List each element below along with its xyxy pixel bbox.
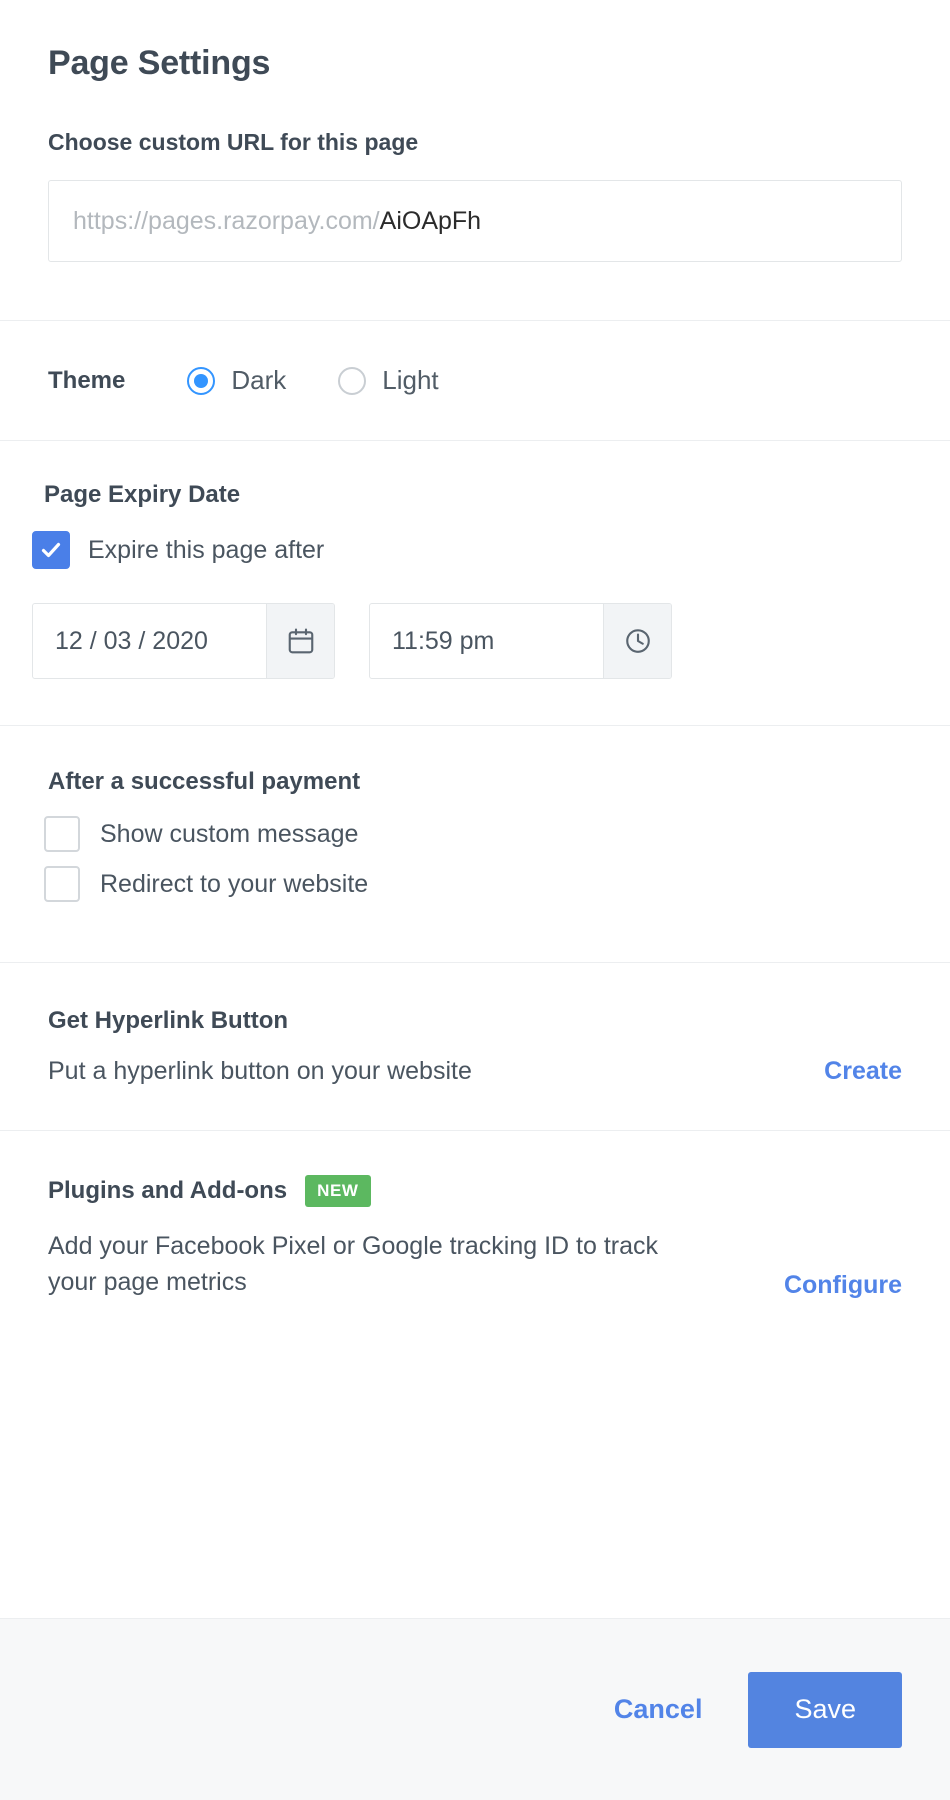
modal-footer: Cancel Save — [0, 1618, 950, 1800]
page-settings-modal: Page Settings Choose custom URL for this… — [0, 0, 950, 1800]
configure-plugins-link[interactable]: Configure — [784, 1271, 902, 1300]
plugins-description: Add your Facebook Pixel or Google tracki… — [48, 1232, 659, 1296]
expire-page-checkbox-row[interactable]: Expire this page after — [32, 531, 918, 569]
after-payment-title: After a successful payment — [48, 768, 361, 795]
theme-label: Theme — [48, 366, 126, 394]
theme-option-light-label: Light — [382, 365, 439, 395]
clock-icon — [625, 629, 650, 653]
radio-light-icon — [338, 366, 367, 395]
theme-section: Theme Dark Light — [0, 321, 950, 440]
expiry-date-value: 12 / 03 / 2020 — [55, 626, 208, 655]
theme-option-dark[interactable]: Dark — [187, 365, 286, 396]
custom-url-label: Choose custom URL for this page — [48, 129, 419, 155]
expire-page-checkbox-label: Expire this page after — [88, 535, 325, 564]
url-prefix-text: https://pages.razorpay.com/ — [73, 206, 380, 235]
plugins-title: Plugins and Add-ons — [48, 1177, 288, 1204]
create-hyperlink-link[interactable]: Create — [824, 1057, 902, 1086]
hyperlink-row: Put a hyperlink button on your website C… — [48, 1057, 902, 1086]
radio-dark-icon — [187, 366, 216, 395]
theme-option-light[interactable]: Light — [338, 365, 439, 396]
calendar-icon — [288, 628, 313, 654]
expiry-time-value: 11:59 pm — [392, 626, 495, 655]
hyperlink-description: Put a hyperlink button on your website — [48, 1057, 472, 1085]
expiry-date-field[interactable]: 12 / 03 / 2020 — [32, 603, 335, 679]
hyperlink-title: Get Hyperlink Button — [48, 1007, 289, 1034]
show-custom-message-checkbox[interactable] — [44, 816, 80, 852]
redirect-website-checkbox[interactable] — [44, 866, 80, 902]
theme-option-dark-label: Dark — [231, 365, 287, 395]
modal-header: Page Settings — [0, 0, 950, 83]
check-icon — [41, 542, 61, 558]
expiry-time-field[interactable]: 11:59 pm — [369, 603, 672, 679]
plugins-section: Plugins and Add-ons NEW Add your Faceboo… — [0, 1131, 950, 1344]
expiry-datetime-row: 12 / 03 / 2020 11:59 pm — [32, 603, 918, 679]
page-title: Page Settings — [48, 44, 271, 82]
page-expiry-title: Page Expiry Date — [44, 481, 241, 508]
hyperlink-section: Get Hyperlink Button Put a hyperlink but… — [0, 963, 950, 1130]
plugins-title-row: Plugins and Add-ons NEW — [48, 1175, 902, 1207]
calendar-picker-button[interactable] — [266, 604, 334, 678]
custom-url-section: Choose custom URL for this page https://… — [0, 83, 950, 320]
show-custom-message-label: Show custom message — [100, 819, 359, 848]
cancel-button[interactable]: Cancel — [614, 1694, 703, 1725]
plugins-row: Add your Facebook Pixel or Google tracki… — [48, 1229, 902, 1300]
redirect-website-label: Redirect to your website — [100, 869, 369, 898]
after-payment-section: After a successful payment Show custom m… — [0, 726, 950, 962]
save-button[interactable]: Save — [748, 1671, 902, 1748]
redirect-website-row[interactable]: Redirect to your website — [44, 866, 902, 902]
page-expiry-section: Page Expiry Date Expire this page after … — [0, 441, 950, 725]
custom-url-input[interactable]: https://pages.razorpay.com/ AiOApFh — [48, 180, 902, 262]
url-slug-value: AiOApFh — [379, 206, 482, 235]
time-picker-button[interactable] — [603, 604, 671, 678]
new-badge: NEW — [305, 1175, 371, 1207]
expire-page-checkbox[interactable] — [32, 531, 70, 569]
show-custom-message-row[interactable]: Show custom message — [44, 816, 902, 852]
